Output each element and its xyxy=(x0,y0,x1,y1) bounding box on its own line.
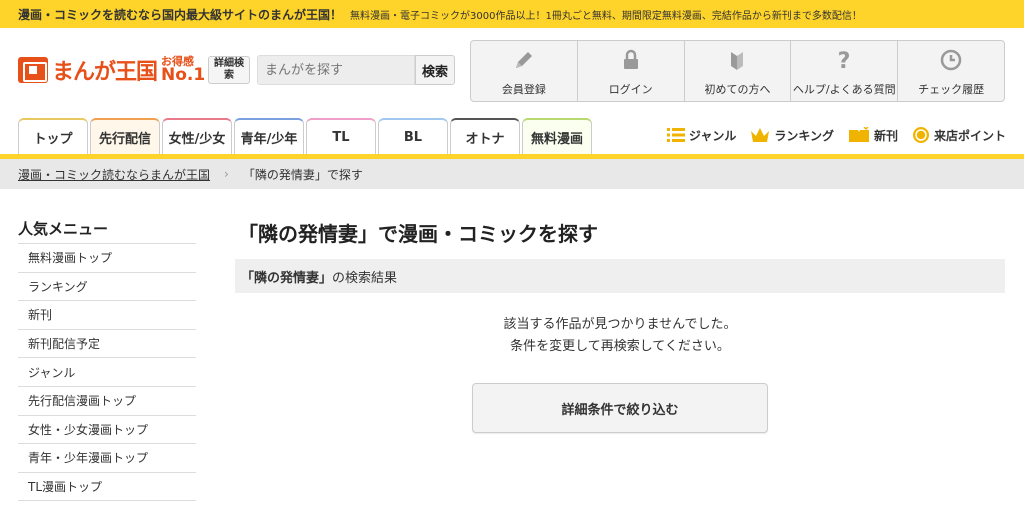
genre-link[interactable]: ジャンル xyxy=(666,127,737,144)
page-title: 「隣の発情妻」で漫画・コミックを探す xyxy=(238,222,598,246)
logo-badge-big: No.1 xyxy=(161,65,206,85)
tab-adult[interactable]: オトナ xyxy=(450,118,520,154)
detail-search-button[interactable]: 詳細検索 xyxy=(208,56,250,84)
sidebar-item-advance-top[interactable]: 先行配信漫画トップ xyxy=(18,387,196,416)
new-release-link-label: 新刊 xyxy=(873,128,898,143)
no-result-message: 該当する作品が見つかりませんでした。 条件を変更して再検索してください。 xyxy=(235,314,1005,358)
user-menu-label: ヘルプ/よくある質問 xyxy=(792,83,896,96)
breadcrumb: 漫画・コミック読むならまんが王国 › 「隣の発情妻」で探す xyxy=(0,159,1024,189)
visit-point-link-label: 来店ポイント xyxy=(933,128,1006,143)
question-icon: ? xyxy=(831,47,857,73)
search-input[interactable] xyxy=(257,55,415,85)
banner-sub-text: 無料漫画・電子コミックが3000作品以上！1冊丸ごと無料、期間限定無料漫画、完結… xyxy=(350,10,862,22)
user-menu-label: ログイン xyxy=(608,83,653,96)
no-result-line1: 該当する作品が見つかりませんでした。 xyxy=(503,317,737,332)
site-logo[interactable]: まんが王国 お得感 No.1 xyxy=(18,52,205,88)
tab-advance[interactable]: 先行配信 xyxy=(90,118,160,154)
tab-tl[interactable]: TL xyxy=(306,118,376,154)
logo-name: まんが王国 xyxy=(52,60,158,85)
top-banner: 漫画・コミックを読むなら国内最大級サイトのまんが王国！ 無料漫画・電子コミックが… xyxy=(0,0,1024,28)
result-suffix: の検索結果 xyxy=(332,270,398,286)
crown-icon xyxy=(750,127,770,143)
user-menu-label: 初めての方へ xyxy=(704,83,771,96)
tab-bl[interactable]: BL xyxy=(378,118,448,154)
user-menu-history[interactable]: チェック履歴 xyxy=(898,41,1004,101)
user-menu-label: 会員登録 xyxy=(501,83,546,96)
user-menu-beginner[interactable]: 初めての方へ xyxy=(685,41,792,101)
clock-icon xyxy=(938,47,964,73)
beginner-mark-icon xyxy=(724,47,750,73)
user-menu-help[interactable]: ? ヘルプ/よくある質問 xyxy=(791,41,899,101)
refine-search-button[interactable]: 詳細条件で絞り込む xyxy=(472,383,768,433)
tab-free[interactable]: 無料漫画 xyxy=(522,118,592,154)
breadcrumb-home-link[interactable]: 漫画・コミック読むならまんが王国 xyxy=(18,166,210,183)
tab-women[interactable]: 女性/少女 xyxy=(162,118,232,154)
breadcrumb-current: 「隣の発情妻」で探す xyxy=(242,167,363,182)
new-release-link[interactable]: 新刊 xyxy=(848,127,898,144)
tab-men[interactable]: 青年/少年 xyxy=(234,118,304,154)
sidebar-item-tl-top[interactable]: TL漫画トップ xyxy=(18,473,196,502)
sidebar-menu: 無料漫画トップ ランキング 新刊 新刊配信予定 ジャンル 先行配信漫画トップ 女… xyxy=(18,243,196,502)
user-menu-login[interactable]: ログイン xyxy=(578,41,685,101)
sidebar-item-women-top[interactable]: 女性・少女漫画トップ xyxy=(18,416,196,445)
sidebar-item-men-top[interactable]: 青年・少年漫画トップ xyxy=(18,444,196,473)
ranking-link-label: ランキング xyxy=(774,128,834,143)
tab-top[interactable]: トップ xyxy=(18,118,88,154)
user-menu-register[interactable]: 会員登録 xyxy=(471,41,578,101)
sidebar-item-genre[interactable]: ジャンル xyxy=(18,358,196,387)
logo-badge: お得感 No.1 xyxy=(161,56,205,84)
sidebar-item-new[interactable]: 新刊 xyxy=(18,301,196,330)
category-tabs: トップ 先行配信 女性/少女 青年/少年 TL BL オトナ 無料漫画 xyxy=(18,118,594,154)
genre-link-label: ジャンル xyxy=(688,128,737,143)
book-icon xyxy=(848,127,870,143)
search-button[interactable]: 検索 xyxy=(415,55,455,85)
banner-main-text: 漫画・コミックを読むなら国内最大級サイトのまんが王国！ xyxy=(18,7,343,22)
pencil-icon xyxy=(511,47,537,73)
no-result-line2: 条件を変更して再検索してください。 xyxy=(510,339,730,354)
lock-icon xyxy=(618,47,644,73)
list-icon xyxy=(666,128,685,142)
sidebar-item-free-top[interactable]: 無料漫画トップ xyxy=(18,244,196,273)
visit-point-link[interactable]: 来店ポイント xyxy=(912,126,1006,144)
ranking-link[interactable]: ランキング xyxy=(750,127,834,144)
search-result-header: 「隣の発情妻」 の検索結果 xyxy=(235,259,1005,293)
right-links: ジャンル ランキング 新刊 来店ポイント xyxy=(666,126,1006,144)
user-menu-label: チェック履歴 xyxy=(918,83,985,96)
svg-text:?: ? xyxy=(838,49,851,72)
coin-icon xyxy=(912,126,930,144)
sidebar-title: 人気メニュー xyxy=(18,220,109,238)
breadcrumb-separator-icon: › xyxy=(224,167,229,181)
result-keyword: 「隣の発情妻」 xyxy=(241,270,333,286)
user-menu: 会員登録 ログイン 初めての方へ ? ヘルプ/よくある質問 チェック履歴 xyxy=(470,40,1005,102)
logo-mark-icon xyxy=(18,57,48,83)
sidebar-item-new-schedule[interactable]: 新刊配信予定 xyxy=(18,330,196,359)
sidebar-item-ranking[interactable]: ランキング xyxy=(18,273,196,302)
